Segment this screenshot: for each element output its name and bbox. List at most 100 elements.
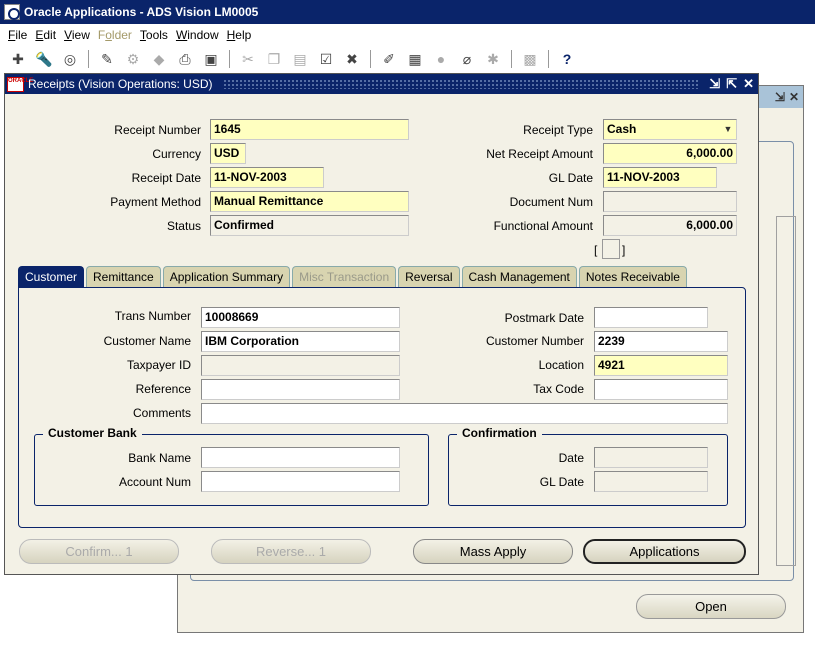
chevron-down-icon[interactable]: ▼ bbox=[720, 120, 736, 139]
toolbar-separator bbox=[229, 50, 230, 68]
attachments-icon[interactable]: ⌀ bbox=[457, 49, 477, 69]
menu-edit[interactable]: Edit bbox=[31, 28, 60, 42]
comments-label: Comments bbox=[132, 406, 191, 420]
tab-customer[interactable]: Customer bbox=[18, 266, 85, 288]
folder-tools-icon[interactable]: ✱ bbox=[483, 49, 503, 69]
maximize-icon[interactable]: ⇱ bbox=[726, 76, 737, 92]
mass-apply-button[interactable]: Mass Apply bbox=[413, 539, 573, 564]
net-receipt-amount-field[interactable]: 6,000.00 bbox=[603, 143, 737, 164]
menu-tools[interactable]: Tools bbox=[136, 28, 172, 42]
delete-icon[interactable]: ✖ bbox=[342, 49, 362, 69]
find-icon[interactable]: 🔦 bbox=[34, 49, 54, 69]
postmark-date-label: Postmark Date bbox=[504, 311, 584, 325]
background-scrollbar[interactable] bbox=[776, 216, 796, 566]
open-button-label: Open bbox=[695, 599, 727, 614]
status-field[interactable]: Confirmed bbox=[210, 215, 409, 236]
tax-code-field[interactable] bbox=[594, 379, 728, 400]
reference-field[interactable] bbox=[201, 379, 400, 400]
location-field[interactable]: 4921 bbox=[594, 355, 728, 376]
trans-number-field[interactable]: 10008669 bbox=[201, 307, 400, 328]
zoom-icon[interactable]: ▦ bbox=[405, 49, 425, 69]
receipt-date-label: Receipt Date bbox=[131, 171, 201, 185]
toolbar: ✚ 🔦 ◎ ✎ ⚙ ◆ ⎙ ▣ ✂ ❐ ▤ ☑ ✖ ✐ ▦ ● ⌀ ✱ ▩ ? bbox=[0, 45, 815, 73]
cut-icon[interactable]: ✂ bbox=[238, 49, 258, 69]
receipt-type-label: Receipt Type bbox=[523, 123, 593, 137]
functional-amount-field[interactable]: 6,000.00 bbox=[603, 215, 737, 236]
confirmation-gl-date-label: GL Date bbox=[539, 475, 584, 489]
confirmation-group: Confirmation Date GL Date bbox=[448, 426, 728, 506]
tab-cash-management[interactable]: Cash Management bbox=[461, 266, 577, 288]
customer-number-label: Customer Number bbox=[485, 334, 584, 348]
minimize-icon[interactable]: ⇲ bbox=[709, 76, 720, 92]
gl-date-field[interactable]: 11-NOV-2003 bbox=[603, 167, 717, 188]
bank-name-field[interactable] bbox=[201, 447, 400, 468]
menu-window[interactable]: Window bbox=[172, 28, 223, 42]
descriptive-flexfield-bracket-open: [ bbox=[594, 243, 598, 257]
descriptive-flexfield[interactable] bbox=[602, 239, 620, 259]
reverse-button[interactable]: Reverse... 1 bbox=[211, 539, 371, 564]
confirmation-gl-date-field[interactable] bbox=[594, 471, 708, 492]
gl-date-label: GL Date bbox=[548, 171, 593, 185]
receipt-number-label: Receipt Number bbox=[114, 123, 201, 137]
next-step-icon[interactable]: ⚙ bbox=[123, 49, 143, 69]
navigator-icon[interactable]: ◎ bbox=[60, 49, 80, 69]
toolbar-separator bbox=[370, 50, 371, 68]
postmark-date-field[interactable] bbox=[594, 307, 708, 328]
customer-name-field[interactable]: IBM Corporation bbox=[201, 331, 400, 352]
menu-file[interactable]: File bbox=[4, 28, 31, 42]
tab-application-summary[interactable]: Application Summary bbox=[162, 266, 291, 288]
confirm-button[interactable]: Confirm... 1 bbox=[19, 539, 179, 564]
receipt-date-field[interactable]: 11-NOV-2003 bbox=[210, 167, 324, 188]
app-title: Oracle Applications - ADS Vision LM0005 bbox=[24, 5, 259, 19]
title-bar-pattern bbox=[222, 79, 700, 89]
toolbar-separator bbox=[88, 50, 89, 68]
account-num-field[interactable] bbox=[201, 471, 400, 492]
confirmation-date-label: Date bbox=[558, 451, 584, 465]
close-form-icon[interactable]: ▣ bbox=[201, 49, 221, 69]
currency-field[interactable]: USD bbox=[210, 143, 246, 164]
tab-notes-receivable[interactable]: Notes Receivable bbox=[578, 266, 687, 288]
menu-folder[interactable]: Folder bbox=[94, 28, 136, 42]
window-help-icon[interactable]: ▩ bbox=[520, 49, 540, 69]
clear-record-icon[interactable]: ☑ bbox=[316, 49, 336, 69]
payment-method-field[interactable]: Manual Remittance bbox=[210, 191, 409, 212]
comments-field[interactable] bbox=[201, 403, 728, 424]
tab-reversal[interactable]: Reversal bbox=[398, 266, 460, 288]
switch-responsibility-icon[interactable]: ◆ bbox=[149, 49, 169, 69]
document-num-field[interactable] bbox=[603, 191, 737, 212]
paste-icon[interactable]: ▤ bbox=[290, 49, 310, 69]
toolbar-separator bbox=[511, 50, 512, 68]
receipt-type-select[interactable]: Cash ▼ bbox=[603, 119, 737, 140]
close-icon[interactable]: ✕ bbox=[743, 76, 754, 92]
tab-misc-transaction[interactable]: Misc Transaction bbox=[292, 266, 397, 288]
customer-name-label: Customer Name bbox=[103, 334, 191, 348]
copy-icon[interactable]: ❐ bbox=[264, 49, 284, 69]
customer-bank-title: Customer Bank bbox=[43, 426, 142, 440]
new-record-icon[interactable]: ✚ bbox=[8, 49, 28, 69]
save-icon[interactable]: ✎ bbox=[97, 49, 117, 69]
tab-bar: Customer Remittance Application Summary … bbox=[18, 266, 687, 288]
customer-number-field[interactable]: 2239 bbox=[594, 331, 728, 352]
bank-name-label: Bank Name bbox=[128, 451, 191, 465]
applications-button[interactable]: Applications bbox=[583, 539, 746, 564]
translations-icon[interactable]: ● bbox=[431, 49, 451, 69]
trans-number-label: Trans Number bbox=[114, 309, 191, 323]
close-icon[interactable]: ✕ bbox=[789, 90, 799, 104]
customer-bank-group: Customer Bank Bank Name Account Num bbox=[34, 426, 429, 506]
minimize-icon[interactable]: ⇲ bbox=[775, 90, 785, 104]
menu-help[interactable]: Help bbox=[223, 28, 256, 42]
confirmation-title: Confirmation bbox=[457, 426, 542, 440]
receipt-number-field[interactable]: 1645 bbox=[210, 119, 409, 140]
taxpayer-id-field[interactable] bbox=[201, 355, 400, 376]
menu-view[interactable]: View bbox=[60, 28, 94, 42]
functional-amount-label: Functional Amount bbox=[493, 219, 593, 233]
window-title: Receipts (Vision Operations: USD) bbox=[28, 77, 213, 91]
receipt-type-value: Cash bbox=[607, 122, 637, 136]
tab-remittance[interactable]: Remittance bbox=[86, 266, 161, 288]
help-icon[interactable]: ? bbox=[557, 49, 577, 69]
tax-code-label: Tax Code bbox=[533, 382, 584, 396]
open-button[interactable]: Open bbox=[636, 594, 786, 619]
edit-field-icon[interactable]: ✐ bbox=[379, 49, 399, 69]
print-icon[interactable]: ⎙ bbox=[175, 49, 195, 69]
confirmation-date-field[interactable] bbox=[594, 447, 708, 468]
